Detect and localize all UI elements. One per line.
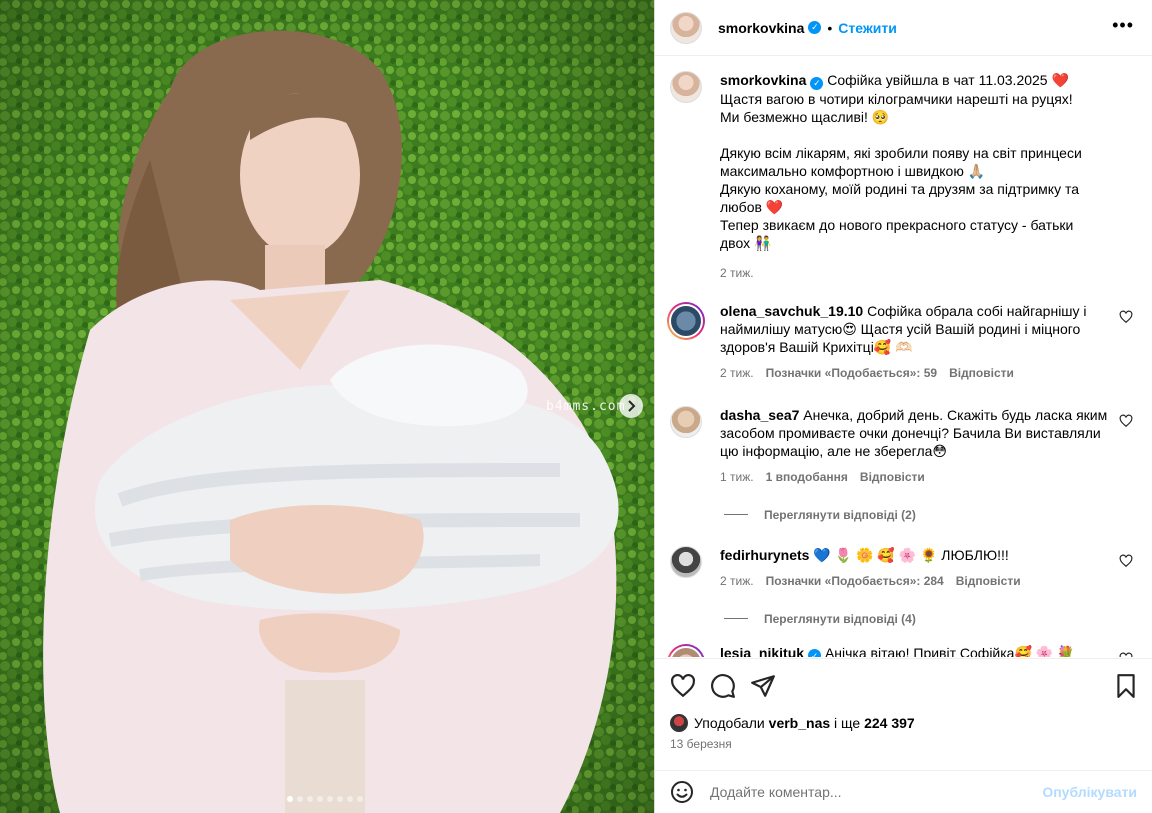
verified-icon: ✓ — [808, 649, 822, 657]
share-icon[interactable] — [750, 673, 776, 699]
carousel-dots — [287, 796, 363, 802]
comment: olena_savchuk_19.10 Софійка обрала собі … — [667, 301, 1137, 382]
like-comment-icon[interactable] — [1119, 554, 1133, 568]
post-header: smorkovkina ✓ • Стежити ••• — [655, 0, 1152, 56]
add-comment-bar: Опублікувати — [655, 770, 1152, 813]
divider-line — [724, 618, 748, 619]
comment-text: Анічка вітаю! Привіт Софійка🥰 🌸 💐 — [824, 644, 1075, 658]
post-side-panel: smorkovkina ✓ • Стежити ••• smorkovkina ✓… — [654, 0, 1152, 813]
post-date[interactable]: 13 березня — [670, 737, 732, 751]
reply-button[interactable]: Відповісти — [860, 468, 925, 486]
view-replies-button[interactable]: Переглянути відповіді (4) — [724, 612, 1137, 626]
comment-username[interactable]: dasha_sea7 — [720, 407, 799, 423]
likes-middle: і ще — [834, 715, 861, 731]
next-slide-button[interactable] — [619, 394, 643, 418]
comment-likes[interactable]: 1 вподобання — [766, 468, 848, 486]
bookmark-icon[interactable] — [1113, 673, 1139, 699]
view-replies-label: Переглянути відповіді (4) — [764, 611, 916, 626]
comment-icon[interactable] — [710, 673, 736, 699]
comment-likes[interactable]: Позначки «Подобається»: 59 — [766, 364, 937, 382]
comment-username[interactable]: fedirhurynets — [720, 547, 809, 563]
post-actions — [655, 658, 1152, 718]
divider-line — [724, 514, 748, 515]
comments-list[interactable]: smorkovkina ✓ Софійка увійшла в чат 11.03… — [655, 57, 1152, 657]
like-comment-icon[interactable] — [1119, 652, 1133, 658]
caption-time[interactable]: 2 тиж. — [720, 264, 754, 282]
commenter-avatar[interactable] — [670, 545, 702, 578]
carousel-dot — [297, 796, 303, 802]
caption-line: Софійка увійшла в чат 11.03.2025 ❤️ — [827, 72, 1069, 88]
post-media[interactable]: b4mms.com — [0, 0, 654, 813]
view-replies-label: Переглянути відповіді (2) — [764, 507, 916, 522]
chevron-right-icon — [628, 400, 636, 412]
likes-summary: Уподобали verb_nas і ще 224 397 — [670, 714, 915, 732]
reply-button[interactable]: Відповісти — [956, 572, 1021, 590]
comment-input[interactable] — [710, 784, 1043, 800]
comment-time[interactable]: 1 тиж. — [720, 468, 754, 486]
story-ring-avatar[interactable] — [667, 301, 705, 340]
emoji-icon[interactable] — [670, 780, 694, 804]
caption: smorkovkina ✓ Софійка увійшла в чат 11.03… — [670, 71, 1137, 282]
comment-time[interactable]: 2 тиж. — [720, 572, 754, 590]
author-avatar[interactable] — [670, 11, 702, 44]
comment-username[interactable]: olena_savchuk_19.10 — [720, 303, 863, 319]
carousel-dot — [317, 796, 323, 802]
carousel-dot — [307, 796, 313, 802]
reply-button[interactable]: Відповісти — [949, 364, 1014, 382]
comment-username[interactable]: lesia_nikituk — [720, 645, 804, 658]
author-username[interactable]: smorkovkina — [718, 20, 804, 36]
comment-likes[interactable]: Позначки «Подобається»: 284 — [766, 572, 944, 590]
like-comment-icon[interactable] — [1119, 414, 1133, 428]
comment: fedirhurynets 💙 🌷 🌼 🥰 🌸 🌻 ЛЮБЛЮ!!! 2 тиж… — [670, 545, 1137, 590]
comment-time[interactable]: 2 тиж. — [720, 364, 754, 382]
post-modal: b4mms.com smorkovkina ✓ • Стежити ••• sm… — [0, 0, 1152, 813]
publish-button[interactable]: Опублікувати — [1042, 784, 1137, 800]
carousel-dot — [327, 796, 333, 802]
carousel-dot — [337, 796, 343, 802]
heart-icon[interactable] — [670, 673, 696, 699]
caption-author[interactable]: smorkovkina — [720, 72, 806, 88]
comment-text: 💙 🌷 🌼 🥰 🌸 🌻 ЛЮБЛЮ!!! — [813, 546, 1009, 563]
watermark: b4mms.com — [546, 399, 626, 414]
follow-button[interactable]: Стежити — [838, 20, 897, 36]
liker-avatar[interactable] — [670, 714, 688, 732]
liker-username[interactable]: verb_nas — [769, 715, 830, 731]
story-ring-avatar[interactable] — [667, 643, 705, 657]
carousel-dot — [357, 796, 363, 802]
author-avatar[interactable] — [670, 71, 702, 103]
comment: dasha_sea7 Анечка, добрий день. Скажіть … — [670, 405, 1137, 486]
commenter-avatar[interactable] — [670, 405, 702, 438]
likes-count[interactable]: 224 397 — [864, 715, 915, 731]
verified-icon: ✓ — [810, 76, 824, 90]
verified-icon: ✓ — [808, 21, 822, 34]
caption-line: Дякую всім лікарям, які зробили появу на… — [720, 144, 1082, 179]
like-comment-icon[interactable] — [1119, 310, 1133, 324]
separator-dot: • — [827, 19, 833, 36]
comment: lesia_nikituk ✓ Анічка вітаю! Привіт Софі… — [667, 643, 1137, 658]
caption-line: Дякую коханому, моїй родині та друзям за… — [720, 180, 1080, 215]
carousel-dot — [287, 796, 293, 802]
carousel-dot — [347, 796, 353, 802]
likes-prefix: Уподобали — [694, 715, 765, 731]
caption-line: Щастя вагою в чотири кілограмчики нарешт… — [720, 90, 1073, 107]
caption-line: Ми безмежно щасливі! 🥺 — [720, 108, 890, 125]
more-options-icon[interactable]: ••• — [1112, 16, 1134, 34]
view-replies-button[interactable]: Переглянути відповіді (2) — [724, 508, 1137, 522]
caption-line: Тепер звикаєм до нового прекрасного стат… — [720, 216, 1074, 251]
